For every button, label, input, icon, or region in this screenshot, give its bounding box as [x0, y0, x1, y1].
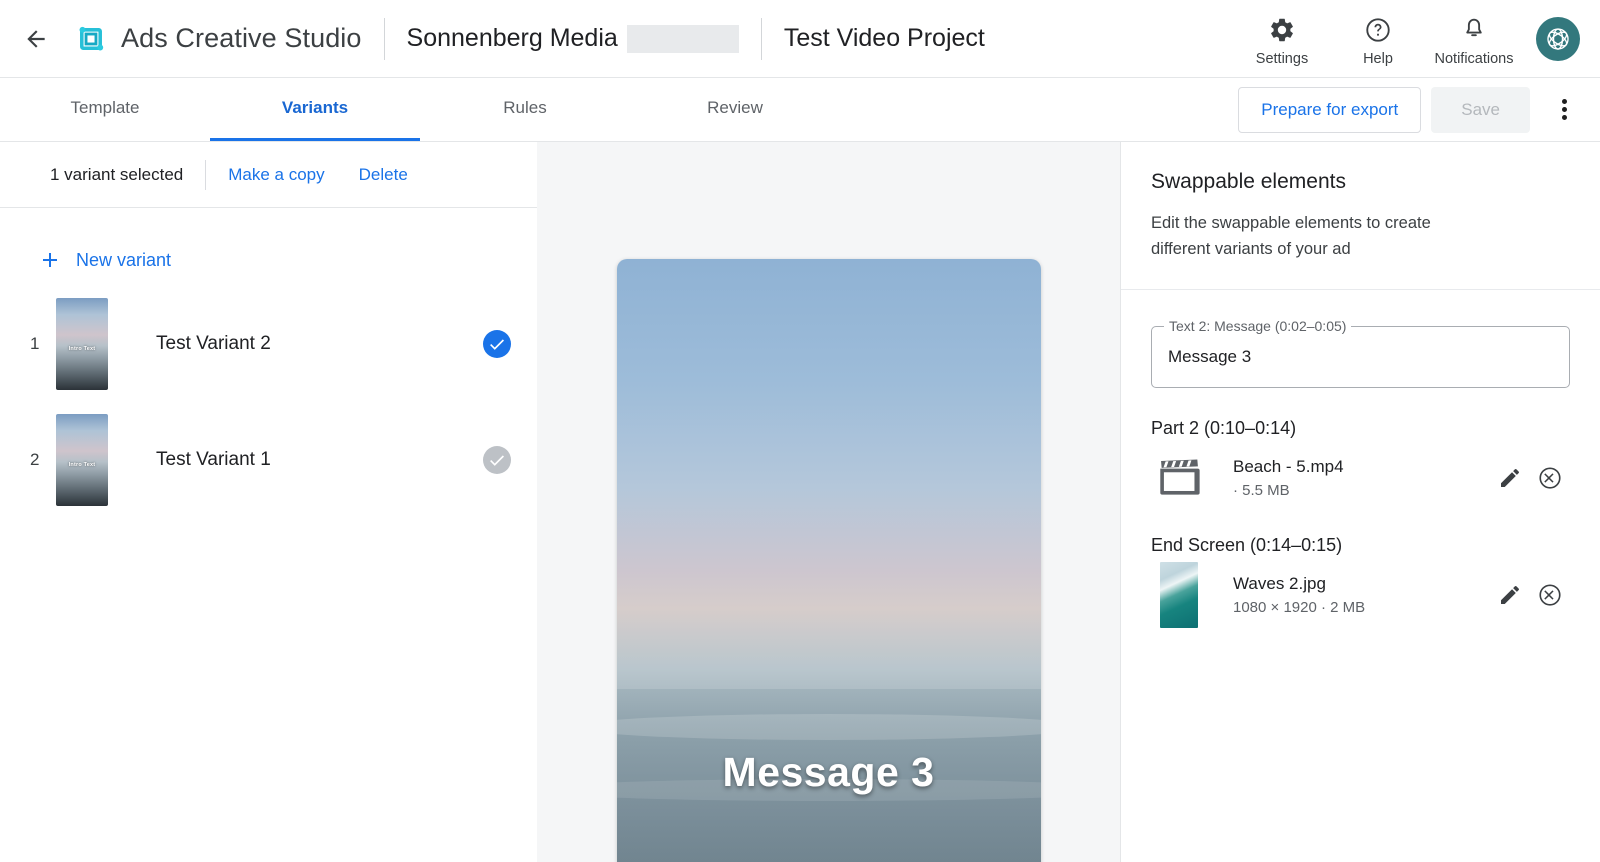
preview-message-text: Message 3	[722, 749, 935, 795]
asset-row: Beach - 5.mp4 · 5.5 MB	[1151, 451, 1570, 505]
close-circle-icon	[1539, 584, 1561, 606]
asset-text: Beach - 5.mp4 · 5.5 MB	[1233, 457, 1490, 499]
swappable-elements-panel: Swappable elements Edit the swappable el…	[1121, 142, 1600, 862]
variant-selected-checkmark[interactable]	[483, 330, 511, 358]
preview-area: Message 3	[537, 142, 1121, 862]
gear-icon	[1268, 15, 1296, 45]
group-title-part-2: Part 2 (0:10–0:14)	[1151, 417, 1297, 438]
variants-panel: 1 variant selected Make a copy Delete Ne…	[0, 142, 1057, 862]
tab-review[interactable]: Review	[630, 78, 840, 141]
variant-thumbnail: Intro Text	[56, 414, 108, 506]
check-icon	[490, 339, 504, 350]
prepare-for-export-button[interactable]: Prepare for export	[1238, 86, 1422, 133]
tabs: Template Variants Rules Review	[0, 78, 840, 141]
variant-index: 2	[30, 450, 40, 469]
toolbar-divider	[205, 159, 207, 190]
app-root: Ads Creative Studio Sonnenberg Media Tes…	[0, 0, 1600, 862]
asset-meta: · 5.5 MB	[1233, 481, 1290, 499]
variant-thumbnail-text: Intro Text	[68, 345, 96, 352]
asset-text: Waves 2.jpg 1080 × 1920 · 2 MB	[1233, 574, 1490, 616]
variant-thumbnail: Intro Text	[56, 298, 108, 390]
arrow-left-icon	[27, 29, 45, 48]
help-label: Help	[1363, 50, 1393, 67]
selection-count: 1 variant selected	[50, 164, 184, 184]
variant-thumbnail-text: Intro Text	[68, 461, 96, 468]
ads-creative-studio-logo	[79, 26, 104, 50]
user-avatar-globe-icon	[1547, 27, 1569, 50]
variant-list: New variant 1 Intro Text Test Variant 2	[0, 208, 537, 862]
variant-row[interactable]: 2 Intro Text Test Variant 1	[0, 402, 537, 518]
overflow-menu-button[interactable]	[1544, 90, 1584, 130]
asset-meta: 1080 × 1920 · 2 MB	[1233, 598, 1366, 616]
new-variant-label: New variant	[76, 249, 172, 270]
settings-label: Settings	[1255, 50, 1309, 67]
avatar[interactable]	[1536, 16, 1580, 61]
notifications-button[interactable]: Notifications	[1426, 11, 1522, 67]
swappable-panel-body: Text 2: Message (0:02–0:05) Message 3 Pa…	[1121, 290, 1600, 628]
tab-rules[interactable]: Rules	[420, 78, 630, 141]
brand-name: Ads Creative Studio	[121, 23, 362, 53]
variant-name: Test Variant 2	[156, 333, 271, 354]
header-actions: Settings Help Notifications	[1234, 11, 1522, 67]
tab-bar: Template Variants Rules Review Prepare f…	[0, 78, 1600, 142]
header-divider-1	[383, 17, 385, 60]
pencil-icon	[1501, 468, 1520, 487]
check-icon	[490, 455, 504, 466]
asset-row: Waves 2.jpg 1080 × 1920 · 2 MB	[1151, 561, 1570, 628]
variant-row[interactable]: 1 Intro Text Test Variant 2	[0, 286, 537, 402]
project-name: Test Video Project	[783, 24, 985, 52]
preview-wave-crest	[616, 714, 1041, 740]
edit-asset-button[interactable]	[1490, 575, 1530, 615]
panel-title: Swappable elements	[1151, 170, 1346, 193]
settings-button[interactable]: Settings	[1234, 11, 1330, 67]
delete-button[interactable]: Delete	[359, 165, 408, 185]
notifications-label: Notifications	[1434, 50, 1514, 67]
tabbar-spacer	[840, 78, 1238, 141]
remove-asset-button[interactable]	[1530, 458, 1570, 498]
asset-icon-wrapper	[1151, 561, 1207, 628]
account-name: Sonnenberg Media	[406, 24, 618, 52]
main-body: 1 variant selected Make a copy Delete Ne…	[0, 142, 1600, 862]
clapperboard-icon	[1160, 459, 1200, 495]
pencil-icon	[1501, 585, 1520, 604]
help-button[interactable]: Help	[1330, 11, 1426, 67]
panel-subtitle: Edit the swappable elements to create di…	[1151, 214, 1431, 259]
redacted-block	[626, 24, 739, 53]
variant-index: 1	[30, 334, 40, 353]
asset-name: Waves 2.jpg	[1233, 573, 1326, 593]
save-button[interactable]: Save	[1431, 86, 1530, 133]
close-circle-icon	[1539, 467, 1561, 489]
swappable-panel-header: Swappable elements Edit the swappable el…	[1121, 142, 1600, 290]
asset-name: Beach - 5.mp4	[1233, 456, 1344, 476]
tab-template[interactable]: Template	[0, 78, 210, 141]
app-header: Ads Creative Studio Sonnenberg Media Tes…	[0, 0, 1600, 78]
asset-thumbnail	[1160, 561, 1198, 628]
variant-unselected-checkmark[interactable]	[483, 446, 511, 474]
tab-actions: Prepare for export Save	[1238, 78, 1600, 141]
bell-icon	[1460, 15, 1488, 45]
plus-icon	[43, 253, 57, 267]
group-title-end-screen: End Screen (0:14–0:15)	[1151, 534, 1343, 555]
text-message-field-legend: Text 2: Message (0:02–0:05)	[1164, 317, 1352, 334]
ad-preview[interactable]: Message 3	[616, 259, 1041, 862]
new-variant-button[interactable]: New variant	[0, 234, 171, 286]
variants-toolbar: 1 variant selected Make a copy Delete	[0, 142, 1057, 208]
variant-name: Test Variant 1	[156, 449, 271, 470]
edit-asset-button[interactable]	[1490, 458, 1530, 498]
asset-icon-wrapper	[1151, 451, 1207, 505]
make-a-copy-button[interactable]: Make a copy	[228, 165, 324, 185]
back-button[interactable]	[14, 17, 58, 61]
header-divider-2	[760, 17, 762, 60]
text-message-field-value: Message 3	[1168, 346, 1252, 366]
help-circle-icon	[1364, 15, 1392, 45]
text-message-field[interactable]: Text 2: Message (0:02–0:05) Message 3	[1151, 317, 1570, 388]
remove-asset-button[interactable]	[1530, 575, 1570, 615]
tab-variants[interactable]: Variants	[210, 78, 420, 141]
kebab-menu-icon	[1561, 97, 1567, 122]
